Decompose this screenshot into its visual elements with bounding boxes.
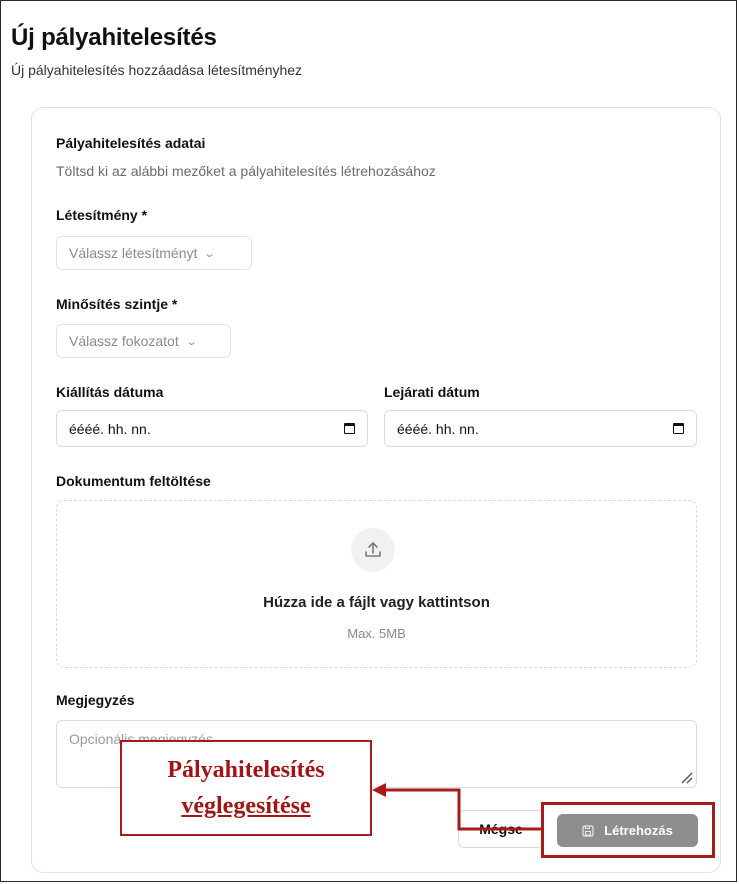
upload-label: Dokumentum feltöltése <box>56 473 211 489</box>
facility-select-placeholder: Válassz létesítményt <box>69 245 198 261</box>
upload-prompt: Húzza ide a fájlt vagy kattintson <box>263 594 490 611</box>
level-select[interactable]: Válassz fokozatot ⌄ <box>56 324 231 358</box>
upload-dropzone[interactable] <box>56 500 697 668</box>
facility-select[interactable]: Válassz létesítményt ⌄ <box>56 236 252 270</box>
issue-date-value: éééé. hh. nn. <box>69 420 151 437</box>
chevron-down-icon: ⌄ <box>203 247 217 260</box>
section-description: Töltsd ki az alábbi mezőket a pályahitel… <box>56 163 436 179</box>
upload-limit: Max. 5MB <box>347 626 406 641</box>
calendar-icon[interactable] <box>344 423 355 434</box>
expiry-date-value: éééé. hh. nn. <box>397 420 479 437</box>
annotation-callout: Pályahitelesítés véglegesítése <box>120 740 372 836</box>
upload-icon <box>351 528 395 572</box>
annotation-line-1: Pályahitelesítés <box>167 757 325 783</box>
section-title: Pályahitelesítés adatai <box>56 135 206 151</box>
level-label: Minősítés szintje * <box>56 296 178 312</box>
calendar-icon[interactable] <box>673 423 684 434</box>
create-button-highlight <box>541 802 715 858</box>
page-subtitle: Új pályahitelesítés hozzáadása létesítmé… <box>11 62 303 78</box>
facility-label: Létesítmény * <box>56 207 148 223</box>
issue-date-label: Kiállítás dátuma <box>56 384 164 400</box>
resize-handle-icon[interactable] <box>679 770 693 784</box>
note-label: Megjegyzés <box>56 692 135 708</box>
issue-date-input[interactable]: éééé. hh. nn. <box>56 410 368 447</box>
page-title: Új pályahitelesítés <box>11 24 217 51</box>
cancel-button-label: Mégse <box>479 821 523 837</box>
cancel-button[interactable]: Mégse <box>458 810 544 848</box>
annotation-line-2: véglegesítése <box>181 793 311 819</box>
chevron-down-icon: ⌄ <box>184 335 198 348</box>
expiry-date-label: Lejárati dátum <box>384 384 480 400</box>
expiry-date-input[interactable]: éééé. hh. nn. <box>384 410 697 447</box>
level-select-placeholder: Válassz fokozatot <box>69 333 179 349</box>
